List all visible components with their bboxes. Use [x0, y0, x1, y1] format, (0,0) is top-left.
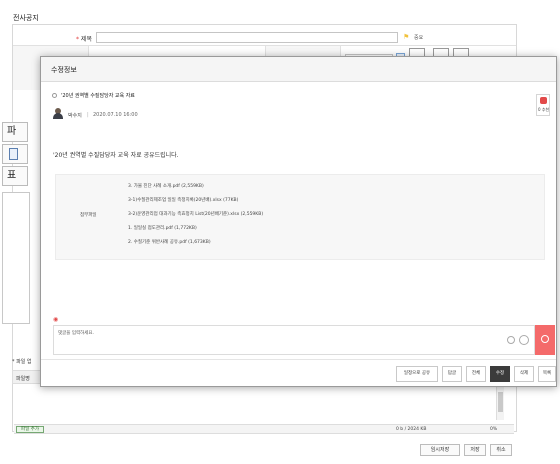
tab-file[interactable]: 파 [2, 122, 28, 142]
comment-placeholder: 댓글을 입력하세요. [58, 331, 94, 336]
forward-button[interactable]: 전체 [466, 366, 486, 382]
post-title: '20년 권역별 수질담당자 교육 자료 [61, 93, 135, 99]
scrollbar-thumb[interactable] [498, 392, 503, 412]
file-size-percent: 0% [490, 427, 498, 432]
post-date: 2020.07.10 16:00 [93, 112, 138, 118]
edit-info-modal: 수정정보 '20년 권역별 수질담당자 교육 자료 박수지 | 2020.07.… [40, 56, 557, 387]
heart-icon [540, 97, 547, 104]
tab-doc[interactable] [2, 144, 28, 164]
share-schedule-button[interactable]: 일정으로 공유 [396, 366, 438, 382]
post-header: '20년 권역별 수질담당자 교육 자료 박수지 | 2020.07.10 16… [41, 82, 556, 142]
comment-input[interactable]: 댓글을 입력하세요. [53, 325, 535, 355]
post-body: '20년 권역별 수질담당자 교육 자료 공유드립니다. [53, 152, 179, 159]
compose-header-title: 전사공지 [13, 14, 39, 22]
recommend-label: 0 추천 [538, 107, 550, 112]
recommend-button[interactable]: 0 추천 [536, 94, 550, 116]
image-attach-icon[interactable] [507, 336, 515, 344]
title-row: * 제목 ⚑ 중요 [13, 29, 516, 46]
delete-button[interactable]: 삭제 [514, 366, 534, 382]
attachment-link[interactable]: 3-2)운영관리업 대과기능 측효정치 List(20년배기준).xlsx (2… [128, 211, 263, 217]
file-col-label: 파일명 [16, 376, 30, 382]
temp-save-button[interactable]: 임시저장 [420, 444, 460, 456]
file-bar: 파일 추가 0 b / 2024 KB 0% [14, 424, 514, 434]
attachment-link[interactable]: 1. 일일실 점도관리.pdf (1,772KB) [128, 225, 197, 231]
editor-area[interactable] [2, 192, 30, 324]
comment-icon: ◉ [53, 316, 59, 323]
attachment-link[interactable]: 3-1)수질관리제조업 일일 측정치록(20년배).xlsx (77KB) [128, 197, 238, 203]
emoji-icon[interactable] [519, 335, 529, 345]
modal-header: 수정정보 [41, 57, 556, 82]
file-list-scrollbar[interactable] [496, 384, 504, 420]
cancel-button[interactable]: 취소 [490, 444, 512, 456]
attachment-link[interactable]: 2. 수질기준 위반사례 공유.pdf (1,673KB) [128, 239, 211, 245]
edit-button[interactable]: 수정 [490, 366, 510, 382]
avatar [53, 108, 63, 119]
title-label: * 제목 [76, 34, 92, 43]
attachment-link[interactable]: 3. 가물 진단 사례 소개.pdf (2,559KB) [128, 183, 204, 189]
modal-footer: 일정으로 공유 답글 전체 수정 삭제 목록 [41, 359, 556, 387]
save-button[interactable]: 저장 [464, 444, 486, 456]
important-label: 중요 [414, 35, 424, 41]
reply-button[interactable]: 답글 [442, 366, 462, 382]
title-input[interactable] [96, 32, 398, 43]
separator: | [87, 112, 89, 118]
comment-submit-button[interactable] [535, 325, 555, 355]
attachment-label: 첨부파일 [80, 213, 97, 218]
required-mark: * [76, 36, 79, 43]
file-section-label: * 파일 업 [12, 359, 32, 365]
tab-standard[interactable]: 표 [2, 166, 28, 186]
modal-title: 수정정보 [51, 66, 77, 74]
attachment-box: 첨부파일 3. 가물 진단 사례 소개.pdf (2,559KB) 3-1)수질… [55, 174, 545, 260]
title-label-text: 제목 [80, 36, 92, 43]
author-name: 박수지 [68, 113, 82, 119]
flag-icon[interactable]: ⚑ [403, 33, 409, 41]
speech-bubble-icon [541, 335, 549, 343]
bullet-icon [52, 93, 57, 98]
add-file-button[interactable]: 파일 추가 [16, 426, 44, 433]
document-icon [9, 148, 18, 160]
file-size-info: 0 b / 2024 KB [396, 427, 427, 432]
list-button[interactable]: 목록 [538, 366, 556, 382]
